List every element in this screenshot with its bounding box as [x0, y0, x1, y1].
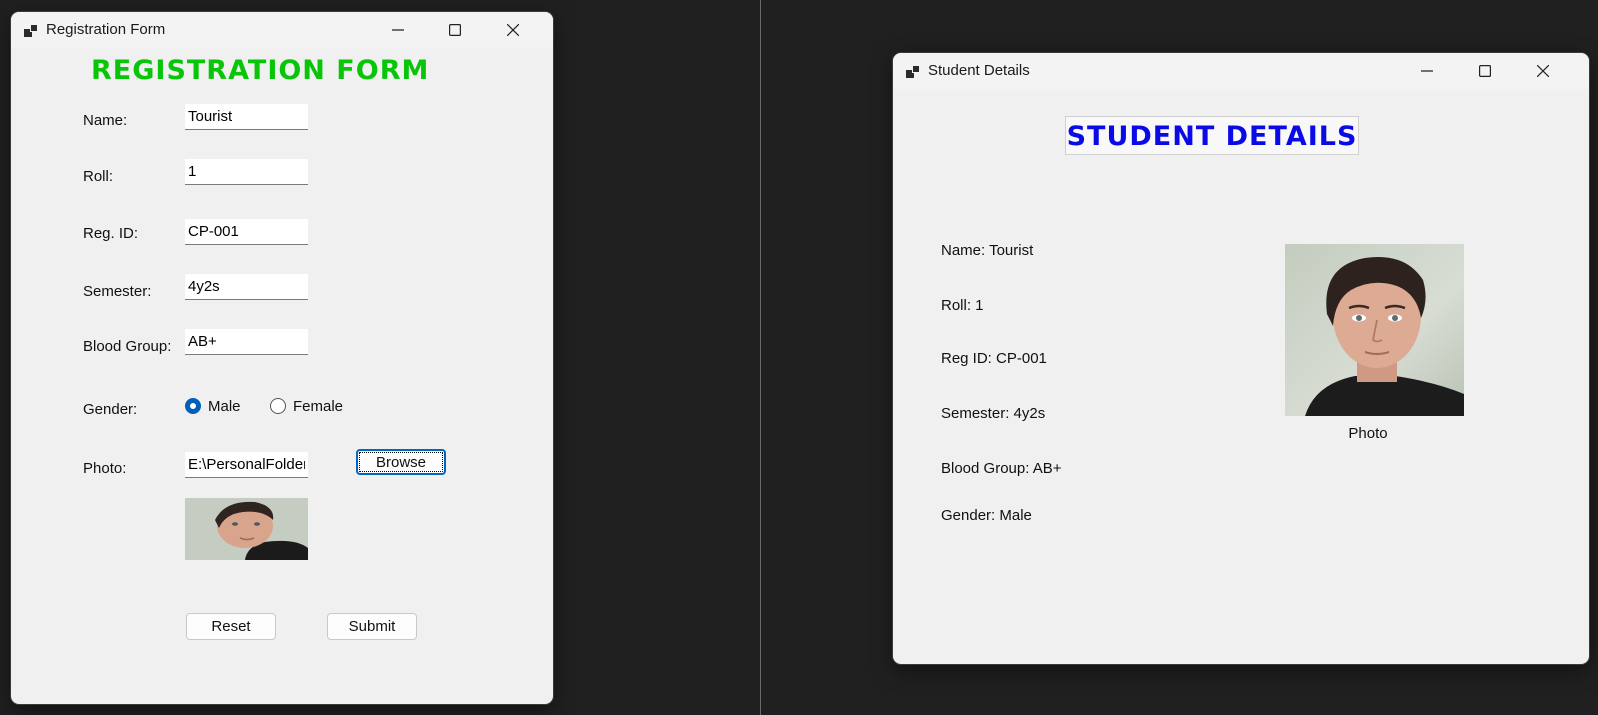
semester-label: Semester:	[83, 283, 152, 300]
minimize-icon	[392, 29, 404, 31]
browse-button[interactable]: Browse	[356, 449, 446, 475]
photo-caption: Photo	[1348, 425, 1388, 442]
blood-group-input[interactable]	[185, 329, 308, 355]
student-photo	[1285, 244, 1464, 416]
maximize-button[interactable]	[432, 12, 478, 48]
reg-id-input[interactable]	[185, 219, 308, 245]
maximize-button[interactable]	[1462, 53, 1508, 89]
detail-reg-id: Reg ID: CP-001	[941, 350, 1047, 367]
close-icon	[1537, 65, 1549, 77]
semester-input[interactable]	[185, 274, 308, 300]
female-radio-label[interactable]: Female	[293, 398, 343, 415]
maximize-icon	[449, 24, 461, 36]
gender-label: Gender:	[83, 401, 138, 418]
roll-input[interactable]	[185, 159, 308, 185]
app-icon	[906, 65, 920, 78]
detail-semester: Semester: 4y2s	[941, 405, 1046, 422]
close-button[interactable]	[490, 12, 536, 48]
maximize-icon	[1479, 65, 1491, 77]
detail-gender: Gender: Male	[941, 507, 1032, 524]
student-details-window: Student Details Student Details Name: To…	[893, 53, 1589, 664]
male-radio-label[interactable]: Male	[208, 398, 241, 415]
photo-preview	[185, 498, 308, 560]
detail-roll: Roll: 1	[941, 297, 984, 314]
name-label: Name:	[83, 112, 128, 129]
detail-blood-group: Blood Group: AB+	[941, 460, 1062, 477]
desktop-divider	[760, 0, 761, 715]
female-radio[interactable]	[270, 398, 286, 414]
window-title: Student Details	[928, 62, 1030, 79]
blood-group-label: Blood Group:	[83, 338, 172, 355]
minimize-button[interactable]	[375, 12, 421, 48]
roll-label: Roll:	[83, 168, 114, 185]
minimize-button[interactable]	[1404, 53, 1450, 89]
close-button[interactable]	[1520, 53, 1566, 89]
app-icon	[24, 24, 38, 37]
reset-button[interactable]: Reset	[186, 613, 276, 640]
minimize-icon	[1421, 70, 1433, 72]
photo-path-input[interactable]	[185, 452, 308, 478]
photo-label: Photo:	[83, 460, 127, 477]
window-title: Registration Form	[46, 21, 166, 38]
submit-button[interactable]: Submit	[327, 613, 417, 640]
registration-titlebar[interactable]: Registration Form	[11, 12, 553, 48]
form-heading: Registration Form	[91, 55, 430, 86]
reg-id-label: Reg. ID:	[83, 225, 139, 242]
detail-name: Name: Tourist	[941, 242, 1034, 259]
close-icon	[507, 24, 519, 36]
male-radio[interactable]	[185, 398, 201, 414]
details-heading: Student Details	[1065, 116, 1359, 155]
registration-window: Registration Form Registration Form Name…	[11, 12, 553, 704]
name-input[interactable]	[185, 104, 308, 130]
details-titlebar[interactable]: Student Details	[893, 53, 1589, 89]
